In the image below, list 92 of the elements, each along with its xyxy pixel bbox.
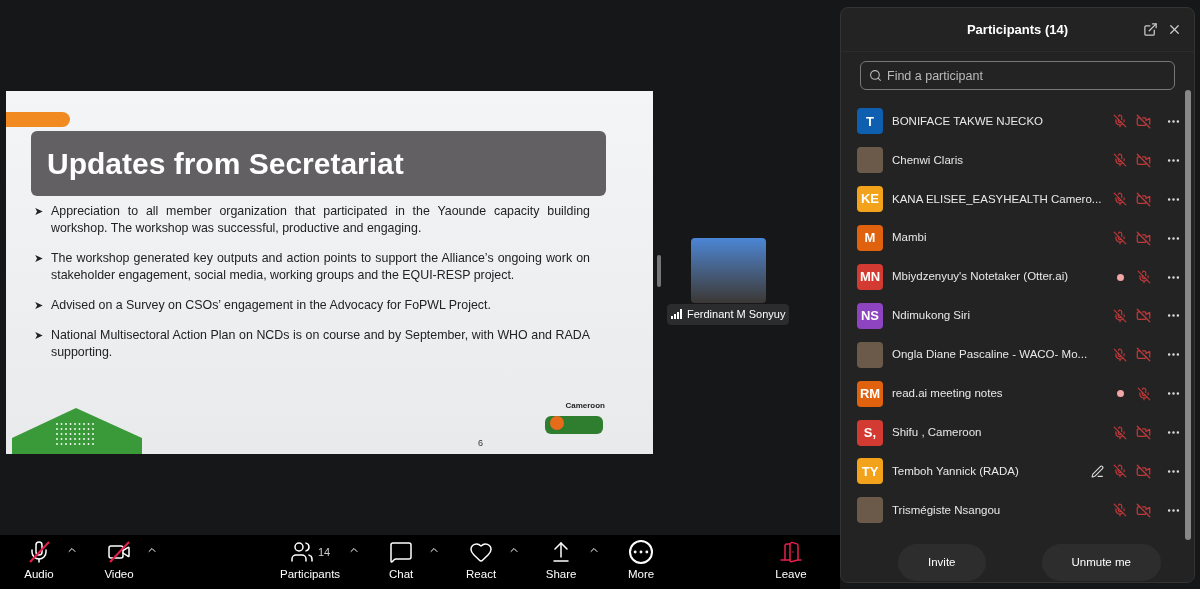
participant-row[interactable]: Trismégiste Nsangou — [841, 490, 1185, 530]
muted-microphone-icon[interactable] — [1113, 192, 1127, 207]
participant-row[interactable]: Chenwi Claris — [841, 140, 1185, 180]
pop-out-icon[interactable] — [1143, 22, 1158, 37]
muted-microphone-icon[interactable] — [1113, 503, 1127, 518]
toolbar-button[interactable]: 14 Participants — [280, 540, 341, 584]
toolbar-button[interactable]: Audio — [20, 540, 58, 584]
toolbar-button[interactable]: Video — [100, 540, 138, 584]
logo-caption: Cameroon — [565, 400, 605, 412]
slide-page-number: 6 — [478, 436, 483, 450]
avatar-photo-placeholder — [857, 497, 883, 524]
camera-off-icon[interactable] — [1136, 502, 1151, 518]
avatar-initials: MN — [857, 264, 883, 290]
heart-icon — [469, 540, 494, 565]
participant-row[interactable]: KE KANA ELISEE_EASYHEALTH Camero... — [841, 179, 1185, 219]
muted-microphone-icon[interactable] — [1113, 308, 1127, 323]
muted-microphone-icon[interactable] — [1113, 425, 1127, 440]
bullet-text: National Multisectoral Action Plan on NCDs is on course and by September, with WHO and RADA supporting. — [51, 327, 590, 361]
camera-off-icon[interactable] — [1136, 308, 1151, 324]
camera-off-icon[interactable] — [1136, 347, 1151, 363]
search-icon — [869, 69, 882, 82]
speech-bubble-icon — [389, 540, 414, 565]
microphone-icon — [27, 540, 51, 565]
avatar-initials: NS — [857, 302, 883, 329]
camera-off-icon[interactable] — [1136, 425, 1151, 441]
signal-bars-icon — [671, 309, 683, 320]
participant-name: Chenwi Claris — [892, 152, 963, 168]
participant-row[interactable]: T BONIFACE TAKWE NJECKO — [841, 102, 1185, 141]
participant-row[interactable]: NS Ndimukong Siri — [841, 296, 1185, 336]
participant-name: Ongla Diane Pascaline - WACO- Mo... — [892, 347, 1088, 363]
avatar-initials: T — [857, 108, 883, 135]
close-icon[interactable] — [1167, 22, 1182, 37]
camera-off-icon[interactable] — [1136, 113, 1151, 129]
panel-title: Participants (14) — [966, 20, 1069, 39]
muted-microphone-icon[interactable] — [1137, 386, 1151, 401]
muted-microphone-icon[interactable] — [1113, 114, 1127, 129]
participant-name: KANA ELISEE_EASYHEALTH Camero... — [892, 191, 1102, 207]
avatar-initials: S, — [857, 419, 883, 446]
participant-row[interactable]: S, Shifu , Cameroon — [841, 413, 1185, 452]
toolbar-button[interactable]: Leave — [772, 540, 810, 584]
avatar-initials: TY — [857, 458, 883, 485]
muted-microphone-icon[interactable] — [1113, 153, 1127, 168]
participant-name: Ndimukong Siri — [892, 308, 970, 324]
participant-name: BONIFACE TAKWE NJECKO — [892, 113, 1044, 129]
participant-row[interactable]: Ongla Diane Pascaline - WACO- Mo... — [841, 335, 1185, 375]
panel-action-button[interactable]: Unmute me — [1041, 544, 1161, 581]
muted-microphone-icon[interactable] — [1137, 270, 1151, 284]
people-icon — [289, 540, 314, 565]
toolbar-button[interactable]: Share — [542, 540, 581, 584]
camera-icon — [107, 540, 131, 565]
avatar-initials: KE — [857, 186, 883, 213]
arrow-bullet-icon: ➤ — [34, 327, 43, 361]
muted-microphone-icon[interactable] — [1113, 464, 1127, 479]
avatar-photo-placeholder — [857, 341, 883, 368]
avatar-initials: RM — [857, 380, 883, 407]
toolbar-button[interactable]: React — [462, 540, 501, 584]
camera-off-icon[interactable] — [1136, 152, 1151, 168]
camera-off-icon[interactable] — [1136, 191, 1151, 207]
arrow-bullet-icon: ➤ — [34, 297, 43, 314]
participant-name-tag: Ferdinant M Sonyuy — [667, 304, 790, 325]
more-icon — [629, 540, 654, 565]
avatar-initials: M — [857, 225, 883, 252]
camera-off-icon[interactable] — [1136, 463, 1151, 479]
search-field[interactable]: Find a participant — [860, 61, 1175, 90]
exit-door-icon — [779, 540, 803, 565]
toolbar-button[interactable]: More — [622, 540, 661, 584]
avatar-photo-placeholder — [857, 147, 883, 174]
participant-row[interactable]: MN Mbiydzenyuy's Notetaker (Otter.ai) — [841, 257, 1185, 297]
camera-off-icon[interactable] — [1136, 230, 1151, 246]
participant-row[interactable]: M Mambi — [841, 218, 1185, 258]
muted-microphone-icon[interactable] — [1113, 231, 1127, 246]
bullet-text: The workshop generated key outputs and action points to support the Alliance’s ongoing work on stakeholder engagement, social media, working groups and the EQUI-RESP project. — [51, 250, 590, 284]
pen-icon — [1091, 464, 1104, 478]
slide-title: Updates from Secretariat — [31, 131, 606, 196]
bullet-text: Advised on a Survey on CSOs’ engagement in the Advocacy for FoPWL Project. — [51, 297, 491, 314]
scroll-handle[interactable] — [657, 255, 661, 287]
bullet-text: Appreciation to all member organization that participated in the Yaounde capacity building workshop. The workshop was successful, productive and engaging. — [51, 203, 590, 237]
toolbar-button[interactable]: Chat — [382, 540, 421, 584]
participant-name: Mambi — [892, 230, 927, 246]
participant-name: Shifu , Cameroon — [892, 424, 982, 440]
arrow-bullet-icon: ➤ — [34, 250, 43, 284]
participant-count: 14 — [317, 545, 331, 561]
participant-row[interactable]: TY Temboh Yannick (RADA) — [841, 452, 1185, 491]
slide-accent-bar — [6, 112, 70, 127]
participant-name: Trismégiste Nsangou — [892, 502, 1001, 518]
panel-action-button[interactable]: Invite — [898, 544, 986, 581]
arrow-bullet-icon: ➤ — [34, 203, 43, 237]
participant-row[interactable]: RM read.ai meeting notes — [841, 374, 1185, 414]
participant-name: Mbiydzenyuy's Notetaker (Otter.ai) — [892, 269, 1069, 285]
participant-name: Temboh Yannick (RADA) — [892, 463, 1019, 479]
participant-name: read.ai meeting notes — [892, 386, 1003, 402]
muted-microphone-icon[interactable] — [1113, 347, 1127, 362]
